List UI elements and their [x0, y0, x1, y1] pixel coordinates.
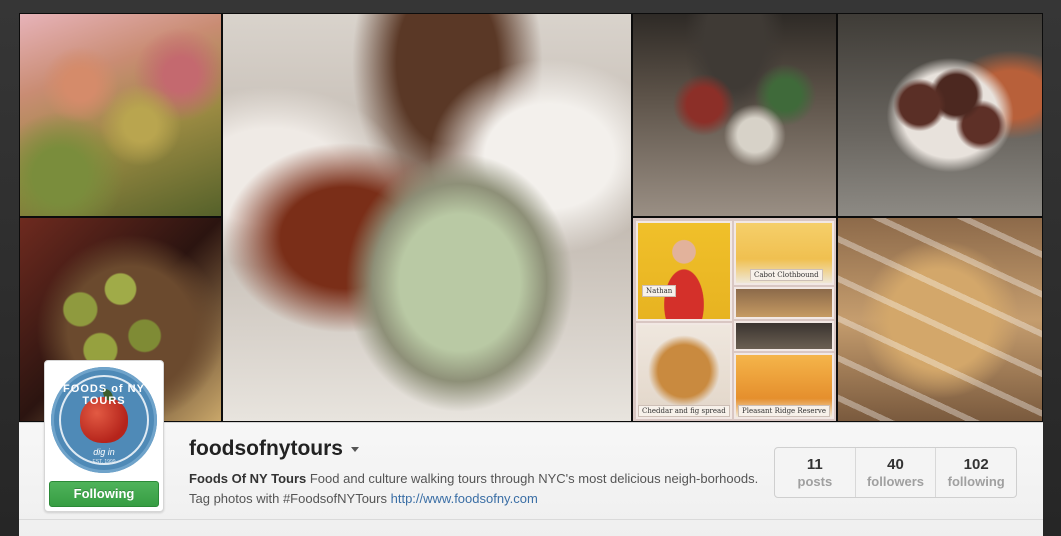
photo-ivy-wall[interactable]	[19, 13, 222, 217]
collage-panel-nathan: Nathan	[636, 221, 732, 321]
stat-label: posts	[797, 474, 833, 489]
bio: Foods Of NY Tours Food and culture walki…	[189, 469, 759, 509]
following-button[interactable]: Following	[49, 481, 159, 507]
stat-label: followers	[866, 474, 925, 489]
photo-mosaic: Nathan Cabot Clothbound Cheddar and fig …	[19, 13, 1043, 422]
stat-value: 102	[963, 456, 989, 473]
caption-pleasant: Pleasant Ridge Reserve	[738, 405, 831, 417]
profile-stats: 11 posts 40 followers 102 following	[774, 447, 1017, 498]
foods-of-ny-logo: FOODS of NY TOURS dig in EST. 1999	[51, 367, 157, 473]
stat-value: 40	[887, 456, 904, 473]
photo-cheese-collage[interactable]: Nathan Cabot Clothbound Cheddar and fig …	[632, 217, 837, 422]
website-link[interactable]: http://www.foodsofny.com	[391, 491, 538, 506]
photo-cupcakes[interactable]	[837, 13, 1043, 217]
caption-nathan: Nathan	[642, 285, 677, 297]
stat-label: following	[947, 474, 1005, 489]
photo-food-table[interactable]	[632, 13, 837, 217]
display-name: Foods Of NY Tours	[189, 471, 307, 486]
stat-posts[interactable]: 11 posts	[775, 448, 855, 497]
avatar[interactable]: FOODS of NY TOURS dig in EST. 1999 Follo…	[44, 360, 164, 512]
collage-panel-wedge	[734, 321, 834, 351]
stat-value: 11	[806, 456, 823, 473]
collage-panel-cabot: Cabot Clothbound	[734, 221, 834, 285]
instagram-profile-page: Nathan Cabot Clothbound Cheddar and fig …	[0, 0, 1061, 536]
stat-followers[interactable]: 40 followers	[854, 448, 936, 497]
collage-panel-board	[734, 287, 834, 319]
caption-cabot: Cabot Clothbound	[750, 269, 823, 281]
divider	[19, 519, 1043, 520]
logo-top-text: FOODS of NY TOURS	[63, 383, 145, 407]
photo-cannoli[interactable]	[837, 217, 1043, 422]
photo-peking-duck[interactable]	[222, 13, 632, 422]
chevron-down-icon[interactable]	[350, 446, 359, 452]
caption-cheddar: Cheddar and fig spread	[638, 405, 730, 417]
profile-header: FOODS of NY TOURS dig in EST. 1999 Follo…	[19, 360, 1043, 536]
logo-bottom-text: dig in	[93, 447, 115, 457]
username: foodsofnytours	[189, 437, 343, 460]
stat-following[interactable]: 102 following	[935, 448, 1016, 497]
collage-panel-pleasant: Pleasant Ridge Reserve	[734, 353, 834, 419]
collage-panel-sandwich: Cheddar and fig spread	[636, 323, 732, 419]
username-row: foodsofnytours	[189, 437, 359, 461]
logo-est-text: EST. 1999	[92, 459, 116, 465]
